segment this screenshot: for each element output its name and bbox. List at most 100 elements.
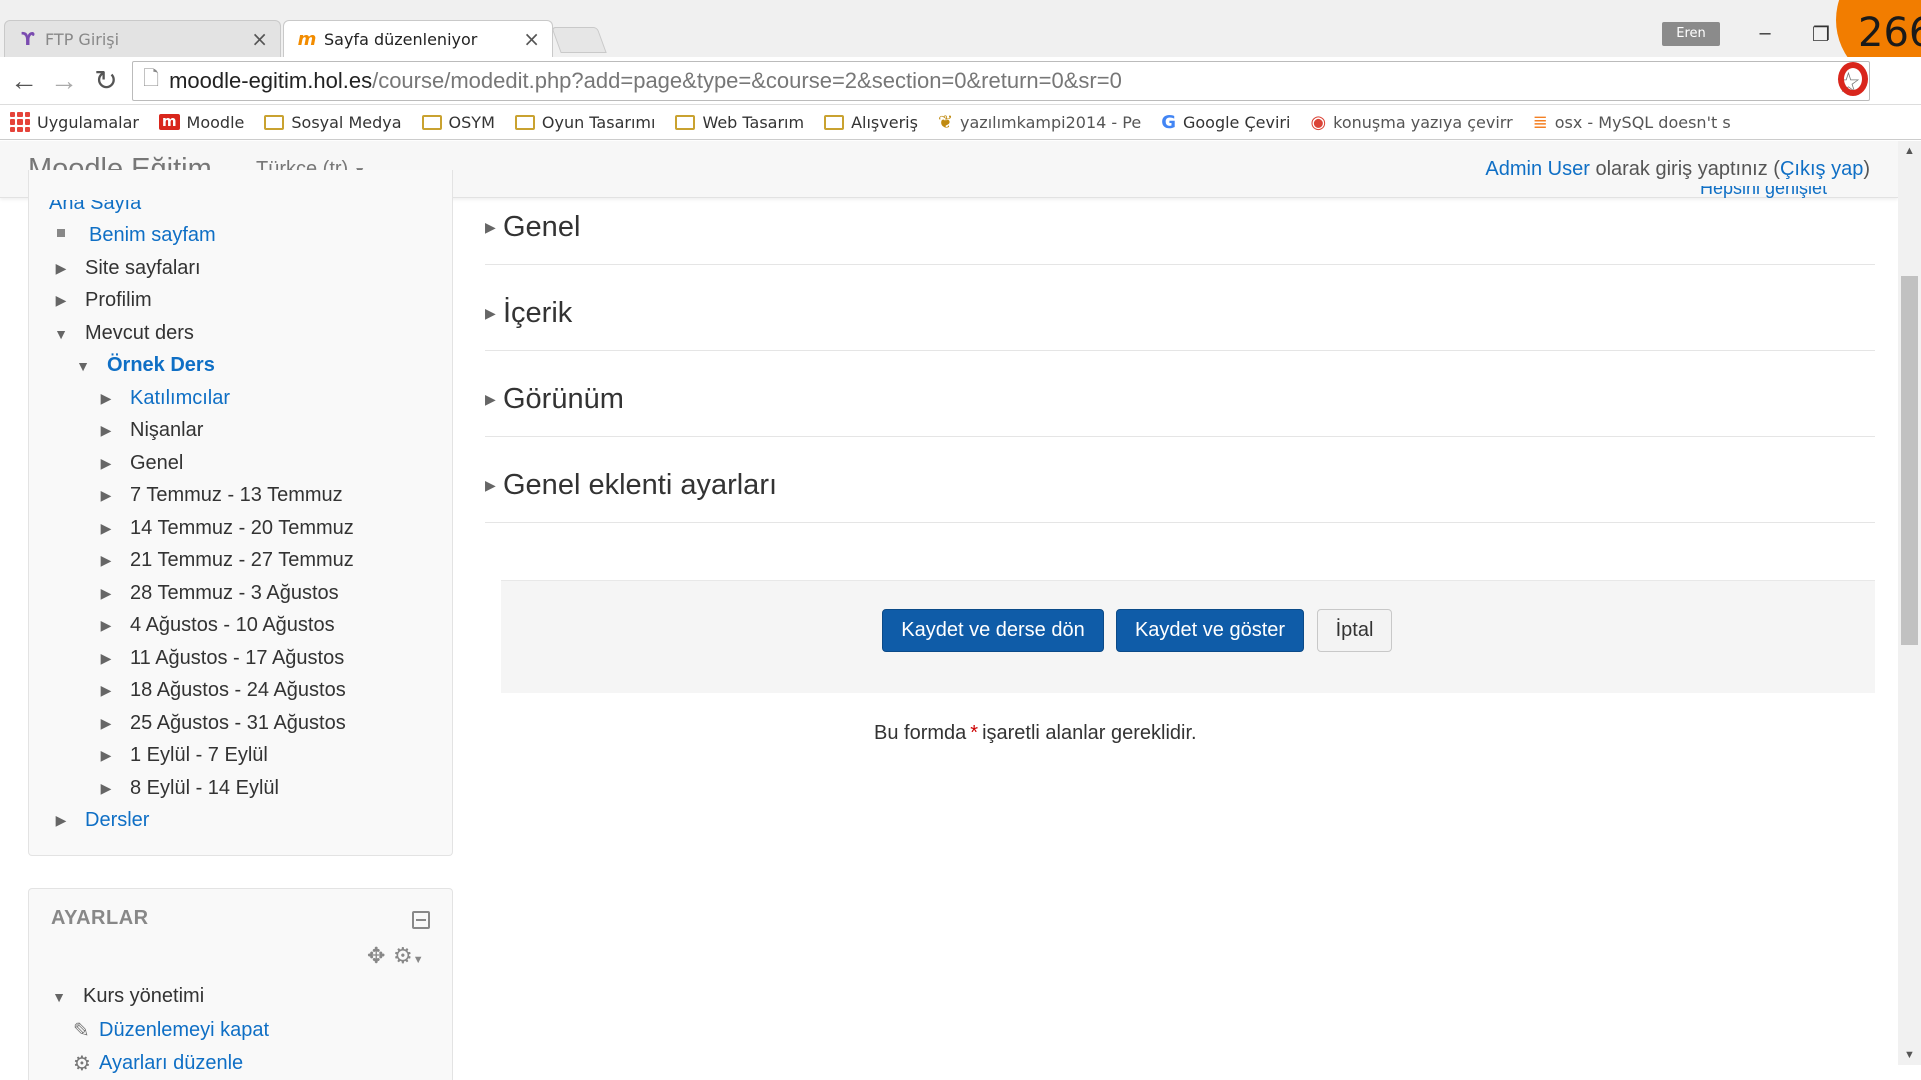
cancel-button[interactable]: İptal: [1317, 609, 1392, 652]
bookmark-label: OSYM: [448, 112, 495, 132]
nav-item-week[interactable]: ▶ 4 Ağustos - 10 Ağustos: [98, 614, 335, 637]
address-bar[interactable]: 🗋 moodle-egitim.hol.es/course/modedit.ph…: [132, 61, 1870, 101]
triangle-right-icon: ▶: [485, 477, 496, 493]
scroll-up-arrow-icon[interactable]: ▲: [1904, 145, 1915, 157]
nav-home-link[interactable]: Ana Sayfa: [49, 200, 141, 215]
restore-window-icon[interactable]: ❐: [1806, 22, 1836, 47]
nav-item-week[interactable]: ▶ 25 Ağustos - 31 Ağustos: [98, 712, 346, 735]
form-section-icerik[interactable]: ▶ İçerik: [485, 277, 1875, 351]
moodle-icon: m: [158, 114, 180, 130]
save-and-display-button[interactable]: Kaydet ve göster: [1116, 609, 1304, 652]
nav-item-ornek-ders[interactable]: ▼ Örnek Ders: [75, 354, 215, 377]
form-section-eklenti-ayarlari[interactable]: ▶ Genel eklenti ayarları: [485, 449, 1875, 523]
save-and-return-button[interactable]: Kaydet ve derse dön: [882, 609, 1104, 652]
nav-item-label: 21 Temmuz - 27 Temmuz: [130, 549, 354, 571]
bookmark-konusma[interactable]: ◉ konuşma yazıya çevirr: [1310, 112, 1512, 133]
nav-item-week[interactable]: ▶ 11 Ağustos - 17 Ağustos: [98, 647, 345, 670]
profile-button[interactable]: Eren: [1662, 22, 1720, 46]
nav-item-label: Örnek Ders: [107, 354, 215, 376]
tab-close-icon[interactable]: ×: [251, 27, 268, 51]
nav-item-label: 11 Ağustos - 17 Ağustos: [130, 647, 345, 669]
logout-link[interactable]: Çıkış yap: [1780, 158, 1863, 180]
bookmark-osym[interactable]: OSYM: [421, 112, 495, 132]
settings-item-kurs-yonetimi[interactable]: ▼ Kurs yönetimi: [51, 985, 204, 1008]
opera-extension-icon[interactable]: [1838, 62, 1868, 96]
scroll-down-arrow-icon[interactable]: ▼: [1904, 1049, 1915, 1061]
bookmark-moodle[interactable]: m Moodle: [158, 113, 244, 132]
nav-item-nisanlar[interactable]: ▶ Nişanlar: [98, 419, 204, 442]
forward-arrow-icon[interactable]: →: [46, 67, 82, 95]
triangle-right-icon: ▶: [100, 585, 112, 601]
nav-item-profilim[interactable]: ▶ Profilim: [53, 289, 152, 312]
nav-item-benim-sayfam[interactable]: Benim sayfam: [53, 224, 216, 247]
nav-item-label: Benim sayfam: [89, 224, 216, 246]
nav-item-mevcut-ders[interactable]: ▼ Mevcut ders: [53, 322, 194, 345]
nav-item-site-sayfalari[interactable]: ▶ Site sayfaları: [53, 257, 201, 280]
nav-item-label: 8 Eylül - 14 Eylül: [130, 777, 279, 799]
move-icon[interactable]: ✥: [367, 943, 385, 969]
settings-block: AYARLAR ✥ ⚙▼ ▼ Kurs yönetimi ✎ Düzenlemeyi…: [28, 888, 453, 1080]
triangle-right-icon: ▶: [100, 682, 112, 698]
nav-item-week[interactable]: ▶ 18 Ağustos - 24 Ağustos: [98, 679, 346, 702]
required-fields-note: Bu formda * işaretli alanlar gereklidir.: [874, 722, 1197, 745]
page-scrollbar[interactable]: ▲ ▼: [1898, 141, 1921, 1065]
nav-item-week[interactable]: ▶ 8 Eylül - 14 Eylül: [98, 777, 279, 800]
apps-icon: [10, 112, 30, 132]
section-title: Genel: [503, 211, 581, 243]
triangle-right-icon: ▶: [100, 390, 112, 406]
bookmark-sosyal-medya[interactable]: Sosyal Medya: [264, 113, 402, 132]
settings-item-duzenlemeyi-kapat[interactable]: ✎ Düzenlemeyi kapat: [73, 1018, 269, 1043]
bookmark-yazilimkampi[interactable]: ❦ yazılımkampi2014 - Pe: [938, 112, 1141, 133]
reload-icon[interactable]: ↻: [88, 67, 124, 95]
bookmark-oyun-tasarimi[interactable]: Oyun Tasarımı: [514, 113, 655, 132]
nav-item-dersler[interactable]: ▶ Dersler: [53, 809, 150, 832]
back-arrow-icon[interactable]: ←: [6, 67, 42, 95]
nav-item-week[interactable]: ▶ 28 Temmuz - 3 Ağustos: [98, 582, 339, 605]
nav-item-katilimcilar[interactable]: ▶ Katılımcılar: [98, 387, 230, 410]
scrollbar-thumb[interactable]: [1901, 276, 1918, 645]
settings-title: AYARLAR: [51, 907, 149, 929]
nav-item-label: Profilim: [85, 289, 152, 311]
form-section-gorunum[interactable]: ▶ Görünüm: [485, 363, 1875, 437]
bookmark-uygulamalar[interactable]: Uygulamalar: [10, 112, 139, 132]
folder-icon: [264, 114, 285, 130]
nav-item-label: 28 Temmuz - 3 Ağustos: [130, 582, 339, 604]
triangle-down-icon: ▼: [52, 988, 66, 1005]
url-host: moodle-egitim.hol.es: [169, 68, 373, 93]
bookmark-alisveris[interactable]: Alışveriş: [824, 113, 918, 132]
triangle-down-icon: ▼: [76, 357, 90, 374]
user-profile-link[interactable]: Admin User: [1485, 158, 1589, 180]
bookmark-label: konuşma yazıya çevirr: [1333, 112, 1513, 132]
bookmark-osx-mysql[interactable]: ≣ osx - MySQL doesn't s: [1533, 112, 1731, 133]
required-note-text: işaretli alanlar gereklidir.: [982, 722, 1197, 744]
triangle-right-icon: ▶: [485, 391, 496, 407]
bookmark-web-tasarim[interactable]: Web Tasarım: [675, 113, 804, 132]
tab-ftp-girisi[interactable]: ϒ FTP Girişi ×: [4, 20, 281, 57]
nav-item-week[interactable]: ▶ 21 Temmuz - 27 Temmuz: [98, 549, 354, 572]
triangle-right-icon: ▶: [100, 650, 112, 666]
gear-icon: ⚙: [73, 1053, 91, 1075]
minimize-window-icon[interactable]: –: [1750, 22, 1780, 45]
settings-item-ayarlari-duzenle[interactable]: ⚙ Ayarları düzenle: [73, 1051, 243, 1076]
browser-toolbar: ← → ↻ 🗋 moodle-egitim.hol.es/course/mode…: [0, 57, 1921, 105]
new-tab-button[interactable]: [551, 27, 607, 53]
bookmark-label: yazılımkampi2014 - Pe: [960, 112, 1142, 132]
triangle-right-icon: ▶: [485, 219, 496, 235]
folder-icon: [421, 114, 442, 130]
nav-item-week[interactable]: ▶ 1 Eylül - 7 Eylül: [98, 744, 268, 767]
ftp-favicon-icon: ϒ: [21, 28, 35, 50]
nav-item-genel[interactable]: ▶ Genel: [98, 452, 184, 475]
navigation-block: Ana Sayfa Benim sayfam ▶ Site sayfaları ▶…: [28, 170, 453, 856]
minimize-block-icon[interactable]: [412, 911, 430, 929]
tab-close-icon[interactable]: ×: [523, 27, 540, 51]
required-note-text: Bu formda: [874, 722, 967, 744]
bookmark-google-ceviri[interactable]: G Google Çeviri: [1161, 112, 1290, 133]
form-section-genel[interactable]: ▶ Genel: [485, 191, 1875, 265]
nav-item-week[interactable]: ▶ 14 Temmuz - 20 Temmuz: [98, 517, 354, 540]
nav-item-week[interactable]: ▶ 7 Temmuz - 13 Temmuz: [98, 484, 343, 507]
tab-sayfa-duzenleniyor[interactable]: m Sayfa düzenleniyor ×: [283, 20, 553, 57]
gear-icon[interactable]: ⚙▼: [393, 943, 424, 969]
section-title: Görünüm: [503, 383, 624, 415]
required-star: *: [970, 722, 979, 744]
triangle-right-icon: ▶: [100, 552, 112, 568]
